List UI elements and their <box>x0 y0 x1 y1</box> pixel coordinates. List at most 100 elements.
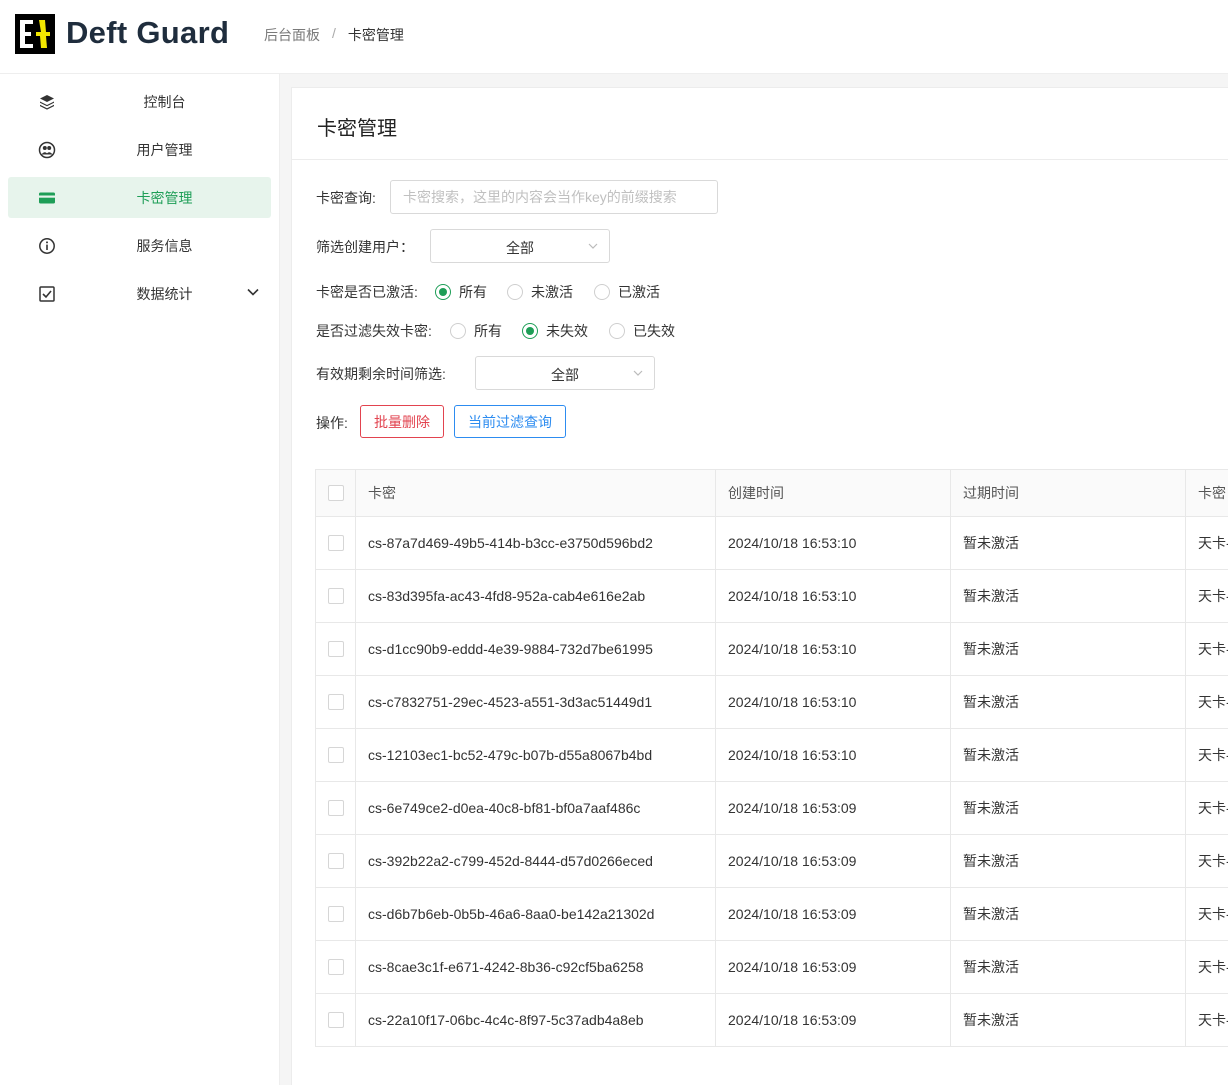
batch-delete-button[interactable]: 批量删除 <box>360 405 444 438</box>
cell-created: 2024/10/18 16:53:10 <box>716 676 951 728</box>
sidebar-item-label: 服务信息 <box>136 238 193 254</box>
top-header: Deft Guard 后台面板 / 卡密管理 <box>0 0 1228 74</box>
cell-type: 天卡- <box>1198 1012 1228 1028</box>
cell-expires: 暂未激活 <box>951 994 1186 1046</box>
row-select-cell <box>316 888 356 940</box>
breadcrumb-item-dashboard[interactable]: 后台面板 <box>264 25 320 45</box>
cell-key: cs-8cae3c1f-e671-4242-8b36-c92cf5ba6258 <box>356 941 716 993</box>
cell-created: 2024/10/18 16:53:10 <box>716 570 951 622</box>
radio-label: 所有 <box>459 284 487 300</box>
sidebar-item-cards[interactable]: 卡密管理 <box>8 177 271 218</box>
search-label: 卡密查询: <box>316 190 376 206</box>
radio-dot[interactable] <box>522 323 538 339</box>
radio-label: 未失效 <box>546 323 588 339</box>
table-row[interactable]: cs-392b22a2-c799-452d-8444-d57d0266eced 2… <box>316 835 1228 888</box>
cell-key: cs-22a10f17-06bc-4c4c-8f97-5c37adb4a8eb <box>356 994 716 1046</box>
cell-type: 天卡- <box>1198 535 1228 551</box>
row-select-cell <box>316 941 356 993</box>
cell-created: 2024/10/18 16:53:09 <box>716 941 951 993</box>
row-checkbox[interactable] <box>327 959 344 975</box>
column-header-expires[interactable]: 过期时间 <box>951 470 1186 516</box>
row-checkbox[interactable] <box>327 853 344 869</box>
table-row[interactable]: cs-8cae3c1f-e671-4242-8b36-c92cf5ba6258 2… <box>316 941 1228 994</box>
cell-key: cs-392b22a2-c799-452d-8444-d57d0266eced <box>356 835 716 887</box>
table-row[interactable]: cs-6e749ce2-d0ea-40c8-bf81-bf0a7aaf486c 2… <box>316 782 1228 835</box>
cell-expires: 暂未激活 <box>951 676 1186 728</box>
row-select-cell <box>316 835 356 887</box>
remaining-select-value: 全部 <box>551 367 579 383</box>
cell-key: cs-c7832751-29ec-4523-a551-3d3ac51449d1 <box>356 676 716 728</box>
sidebar-item-label: 控制台 <box>143 94 186 110</box>
remaining-filter-label: 有效期剩余时间筛选: <box>316 366 446 382</box>
row-select-cell <box>316 517 356 569</box>
row-checkbox[interactable] <box>327 588 344 604</box>
row-checkbox[interactable] <box>327 906 344 922</box>
row-select-cell <box>316 729 356 781</box>
column-header-type[interactable]: 卡密 <box>1186 470 1228 516</box>
row-select-cell <box>316 782 356 834</box>
row-checkbox[interactable] <box>327 1012 344 1028</box>
radio-activated-all[interactable]: 所有 <box>435 282 487 302</box>
sidebar-item-label: 用户管理 <box>136 142 193 158</box>
select-all-checkbox[interactable] <box>327 485 344 501</box>
radio-label: 已激活 <box>618 284 660 300</box>
cell-created: 2024/10/18 16:53:10 <box>716 623 951 675</box>
row-checkbox[interactable] <box>327 694 344 710</box>
table-header-row: 卡密 创建时间 过期时间 卡密 <box>316 470 1228 517</box>
row-checkbox[interactable] <box>327 800 344 816</box>
column-header-created[interactable]: 创建时间 <box>716 470 951 516</box>
chevron-down-icon[interactable] <box>246 285 260 299</box>
filter-query-button[interactable]: 当前过滤查询 <box>454 405 566 438</box>
cell-expires: 暂未激活 <box>951 570 1186 622</box>
radio-dot[interactable] <box>609 323 625 339</box>
sidebar-item-users[interactable]: 用户管理 <box>8 129 271 170</box>
table-row[interactable]: cs-d6b7b6eb-0b5b-46a6-8aa0-be142a21302d 2… <box>316 888 1228 941</box>
radio-label: 所有 <box>474 323 502 339</box>
radio-activated-no[interactable]: 未激活 <box>507 282 573 302</box>
cell-expires: 暂未激活 <box>951 782 1186 834</box>
row-checkbox[interactable] <box>327 641 344 657</box>
table-row[interactable]: cs-87a7d469-49b5-414b-b3cc-e3750d596bd2 2… <box>316 517 1228 570</box>
cell-key: cs-6e749ce2-d0ea-40c8-bf81-bf0a7aaf486c <box>356 782 716 834</box>
sidebar-item-label: 数据统计 <box>136 286 193 302</box>
table-row[interactable]: cs-c7832751-29ec-4523-a551-3d3ac51449d1 2… <box>316 676 1228 729</box>
logo <box>15 14 55 54</box>
activated-filter-label: 卡密是否已激活: <box>316 284 418 300</box>
sidebar-item-statistics[interactable]: 数据统计 <box>8 273 271 314</box>
sidebar-item-label: 卡密管理 <box>136 190 193 206</box>
cell-type: 天卡- <box>1198 641 1228 657</box>
row-select-cell <box>316 676 356 728</box>
row-select-cell <box>316 570 356 622</box>
actions-label: 操作: <box>316 415 348 431</box>
remaining-select[interactable]: 全部 <box>475 356 655 390</box>
radio-activated-yes[interactable]: 已激活 <box>594 282 660 302</box>
radio-expired-all[interactable]: 所有 <box>450 321 502 341</box>
cell-expires: 暂未激活 <box>951 941 1186 993</box>
divider <box>292 159 1228 160</box>
search-input[interactable] <box>390 180 718 214</box>
column-header-key[interactable]: 卡密 <box>356 470 716 516</box>
cell-expires: 暂未激活 <box>951 729 1186 781</box>
row-select-cell <box>316 623 356 675</box>
cell-created: 2024/10/18 16:53:10 <box>716 729 951 781</box>
radio-expired-valid[interactable]: 未失效 <box>522 321 588 341</box>
sidebar-item-service-info[interactable]: 服务信息 <box>8 225 271 266</box>
cell-type: 天卡- <box>1198 588 1228 604</box>
table-row[interactable]: cs-22a10f17-06bc-4c4c-8f97-5c37adb4a8eb 2… <box>316 994 1228 1047</box>
row-checkbox[interactable] <box>327 747 344 763</box>
radio-dot[interactable] <box>594 284 610 300</box>
page-title: 卡密管理 <box>317 118 397 140</box>
table-row[interactable]: cs-d1cc90b9-eddd-4e39-9884-732d7be61995 2… <box>316 623 1228 676</box>
radio-label: 已失效 <box>633 323 675 339</box>
radio-dot[interactable] <box>450 323 466 339</box>
radio-dot[interactable] <box>435 284 451 300</box>
cell-type: 天卡- <box>1198 747 1228 763</box>
sidebar-item-console[interactable]: 控制台 <box>8 81 271 122</box>
row-checkbox[interactable] <box>327 535 344 551</box>
radio-dot[interactable] <box>507 284 523 300</box>
creator-select[interactable]: 全部 <box>430 229 610 263</box>
table-row[interactable]: cs-83d395fa-ac43-4fd8-952a-cab4e616e2ab 2… <box>316 570 1228 623</box>
radio-expired-invalid[interactable]: 已失效 <box>609 321 675 341</box>
cell-key: cs-87a7d469-49b5-414b-b3cc-e3750d596bd2 <box>356 517 716 569</box>
table-row[interactable]: cs-12103ec1-bc52-479c-b07b-d55a8067b4bd 2… <box>316 729 1228 782</box>
